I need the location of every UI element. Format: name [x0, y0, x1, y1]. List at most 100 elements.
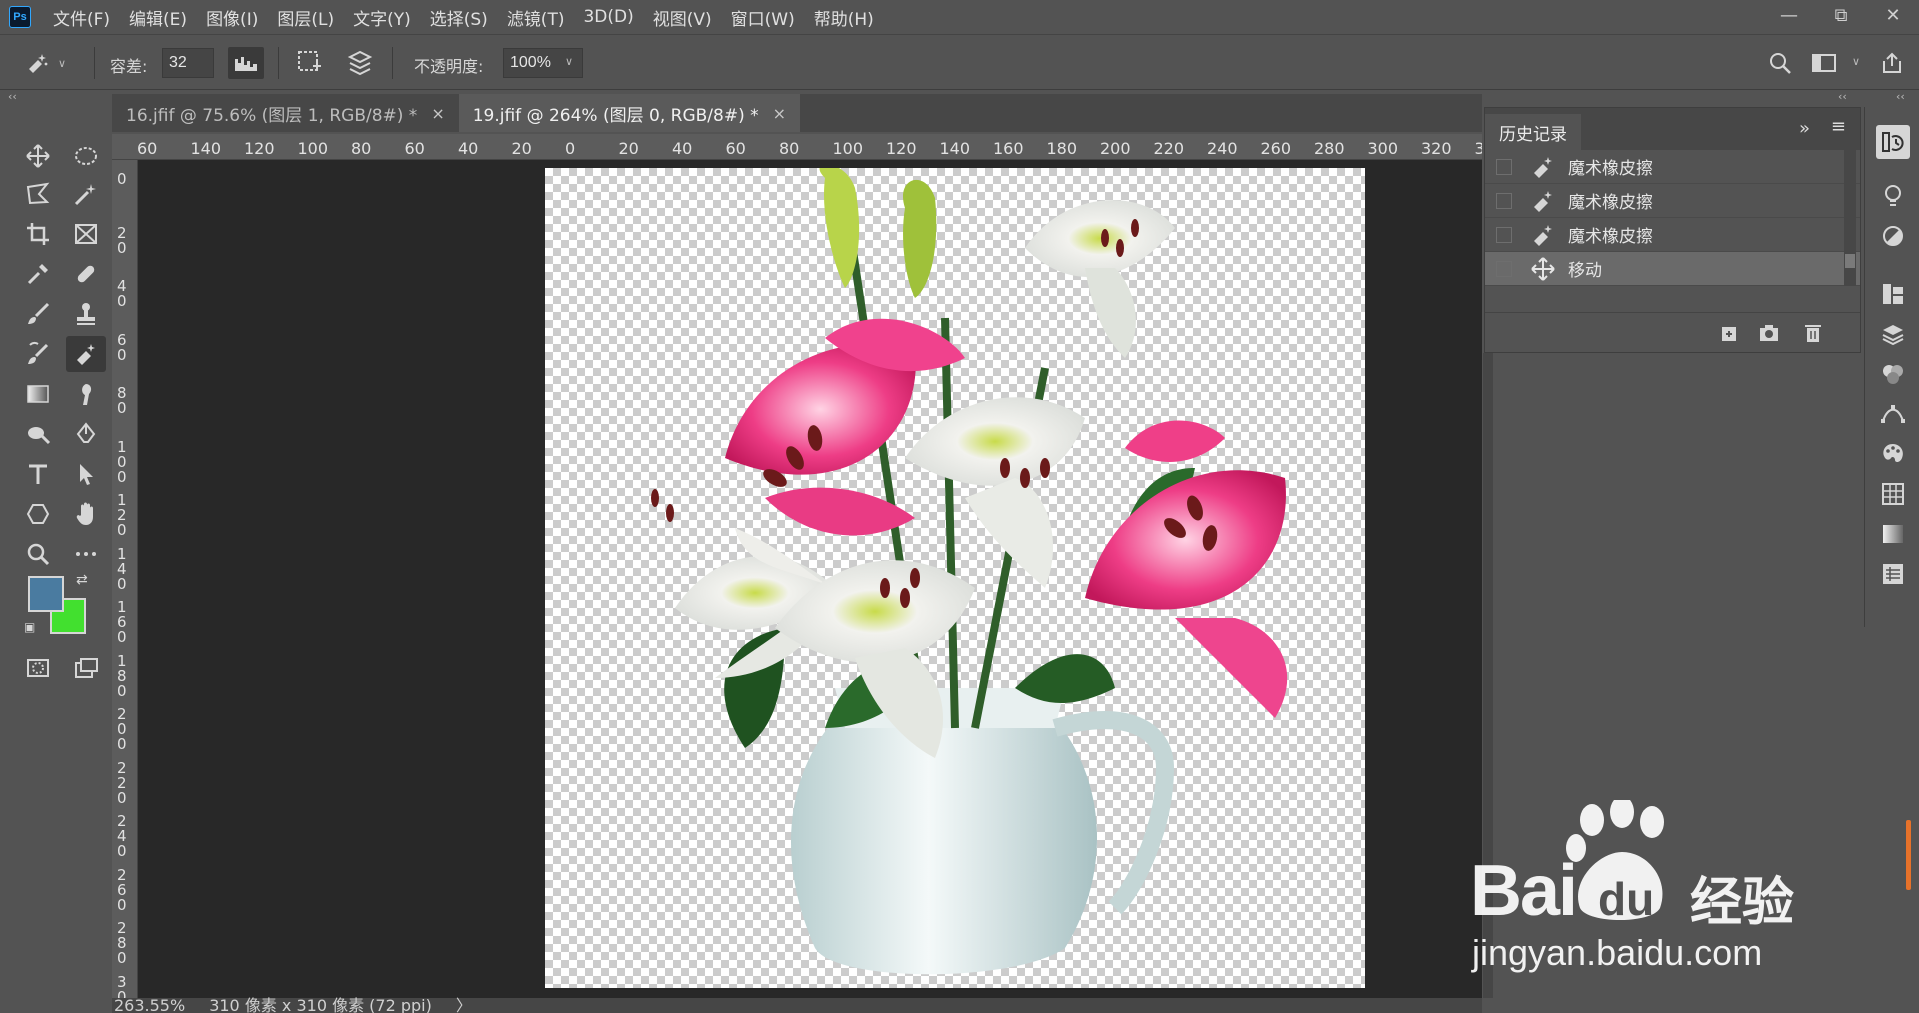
workspace-dropdown-icon[interactable]: ∨ [1852, 55, 1860, 68]
patterns-panel-button[interactable] [1876, 477, 1910, 511]
frame-tool[interactable] [66, 216, 106, 252]
dodge-tool[interactable] [18, 416, 58, 452]
ruler-tick-label: 280 [1314, 139, 1345, 158]
gradient-tool[interactable] [18, 376, 58, 412]
adjustments-panel-button[interactable] [1876, 219, 1910, 253]
tab-19-jfif[interactable]: 19.jfif @ 264% (图层 0, RGB/8#) * × [458, 94, 801, 132]
chevron-down-icon: ∨ [58, 56, 67, 70]
history-brush-source-checkbox[interactable] [1496, 260, 1512, 277]
menu-image[interactable]: 图像(I) [206, 5, 258, 30]
close-tab-icon[interactable]: × [431, 104, 444, 123]
screen-mode-toggle[interactable] [66, 650, 106, 686]
menu-3d[interactable]: 3D(D) [583, 7, 633, 27]
workspace-button[interactable] [1806, 47, 1842, 79]
minimize-button[interactable]: — [1763, 0, 1815, 30]
photoshop-logo[interactable]: Ps [9, 6, 31, 28]
history-brush-tool[interactable] [18, 336, 58, 372]
magic-wand-tool[interactable] [66, 176, 106, 212]
dock-collapse-toggle[interactable]: ‹‹ [1896, 90, 1916, 106]
history-brush-source-checkbox[interactable] [1496, 226, 1512, 243]
search-button[interactable] [1762, 47, 1798, 79]
zoom-tool[interactable] [18, 536, 58, 572]
zoom-level[interactable]: 263.55% [114, 998, 185, 1013]
close-tab-icon[interactable]: × [773, 104, 786, 123]
zoom-icon [27, 543, 50, 566]
menu-filter[interactable]: 滤镜(T) [507, 5, 565, 30]
shape-tool[interactable] [18, 496, 58, 532]
menu-edit[interactable]: 编辑(E) [129, 5, 187, 30]
swap-colors-icon[interactable]: ⇄ [76, 572, 88, 588]
horizontal-ruler[interactable]: 60 140 120 100 80 60 40 20 0 20 40 60 80 100 120 140 160… [112, 134, 1482, 160]
delete-state-button[interactable] [1802, 322, 1824, 348]
gradients-panel-button[interactable] [1876, 517, 1910, 551]
scroll-thumb[interactable] [1845, 254, 1855, 268]
ruler-tick-label: 40 [672, 139, 693, 158]
menu-help[interactable]: 帮助(H) [814, 5, 874, 30]
tab-history[interactable]: 历史记录 [1485, 114, 1581, 150]
type-tool[interactable] [18, 456, 58, 492]
toolbar-collapse-toggle[interactable]: ‹‹ [8, 90, 28, 106]
crop-tool[interactable] [18, 216, 58, 252]
hand-tool[interactable] [66, 496, 106, 532]
menu-layer[interactable]: 图层(L) [277, 5, 334, 30]
history-brush-source-checkbox[interactable] [1496, 158, 1512, 175]
channels-panel-button[interactable] [1876, 357, 1910, 391]
history-scrollbar[interactable] [1844, 150, 1856, 286]
more-tools[interactable] [66, 536, 106, 572]
move-tool[interactable] [18, 138, 58, 174]
vertical-ruler[interactable]: 0 2 0 4 0 6 0 8 0 1 0 0 1 2 0 1 4 0 1 6 0 1 8 0 2 … [112, 160, 138, 998]
menu-window[interactable]: 窗口(W) [731, 5, 795, 30]
history-panel-button[interactable] [1876, 125, 1910, 159]
canvas-area[interactable] [138, 160, 1482, 998]
panel-menu-icon[interactable]: ≡ [1831, 116, 1846, 137]
smudge-tool[interactable] [66, 376, 106, 412]
search-icon [1770, 53, 1791, 74]
restore-button[interactable]: ⧉ [1815, 0, 1867, 30]
history-brush-source-checkbox[interactable] [1496, 192, 1512, 209]
magic-eraser-tool[interactable] [66, 336, 106, 372]
menu-type[interactable]: 文字(Y) [353, 5, 411, 30]
history-item[interactable]: 魔术橡皮擦 [1485, 218, 1860, 252]
clone-stamp-tool[interactable] [66, 296, 106, 332]
history-item[interactable]: 魔术橡皮擦 [1485, 150, 1860, 184]
menu-select[interactable]: 选择(S) [430, 5, 488, 30]
quick-mask-icon [27, 659, 49, 677]
libraries-panel-button[interactable] [1876, 277, 1910, 311]
eyedropper-tool[interactable] [18, 256, 58, 292]
contiguous-toggle[interactable] [292, 47, 328, 79]
quick-mask-toggle[interactable] [18, 650, 58, 686]
anti-alias-icon [235, 57, 257, 71]
sample-all-layers-toggle[interactable] [342, 47, 378, 79]
share-button[interactable] [1874, 47, 1910, 79]
opacity-dropdown-icon[interactable]: ∨ [565, 55, 573, 68]
paths-panel-button[interactable] [1876, 397, 1910, 431]
ruler-tick-label: 220 [1153, 139, 1185, 158]
brush-tool[interactable] [18, 296, 58, 332]
history-item-selected[interactable]: 移动 [1485, 252, 1860, 286]
tab-16-jfif[interactable]: 16.jfif @ 75.6% (图层 1, RGB/8#) * × [112, 94, 459, 132]
panel-expand-icon[interactable]: » [1799, 118, 1810, 139]
history-item[interactable]: 魔术橡皮擦 [1485, 184, 1860, 218]
path-selection-tool[interactable] [66, 456, 106, 492]
properties-panel-button[interactable] [1876, 557, 1910, 591]
menu-file[interactable]: 文件(F) [53, 5, 110, 30]
menu-view[interactable]: 视图(V) [653, 5, 712, 30]
anti-alias-toggle[interactable] [228, 47, 264, 79]
status-menu-arrow[interactable]: 〉 [456, 998, 472, 1013]
learn-panel-button[interactable] [1876, 179, 1910, 213]
pen-tool[interactable] [66, 416, 106, 452]
layers-panel-button[interactable] [1876, 317, 1910, 351]
default-colors-icon[interactable]: ▣ [24, 620, 35, 634]
history-collapse-toggle[interactable]: ‹‹ [1838, 90, 1858, 106]
lasso-tool[interactable] [18, 176, 58, 212]
swatches-panel-button[interactable] [1876, 437, 1910, 471]
foreground-color-swatch[interactable] [28, 576, 64, 612]
close-button[interactable]: ✕ [1867, 0, 1919, 30]
create-snapshot-button[interactable] [1758, 322, 1780, 348]
marquee-tool[interactable] [66, 138, 106, 174]
document-canvas[interactable] [545, 168, 1365, 988]
healing-brush-tool[interactable] [66, 256, 106, 292]
tool-preset-picker[interactable]: ∨ [24, 49, 84, 77]
tolerance-input[interactable] [162, 48, 214, 78]
new-document-from-state-button[interactable] [1718, 322, 1740, 348]
